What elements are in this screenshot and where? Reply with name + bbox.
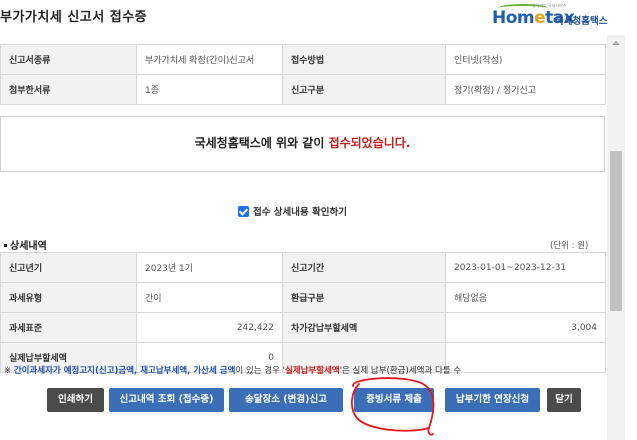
cell-value: 인터넷(작성) xyxy=(445,44,606,75)
logo-tagline: 국세청홈택스 xyxy=(555,16,608,27)
cell-value: 정기(확정) / 정기신고 xyxy=(445,74,606,105)
vertical-scrollbar[interactable] xyxy=(607,35,625,440)
cell-value: 1종 xyxy=(136,74,283,105)
checkbox-checked-icon[interactable] xyxy=(238,206,249,217)
page-title: 부가가치세 신고서 접수증 xyxy=(0,10,148,25)
cell-label: 신고구분 xyxy=(282,74,446,105)
receipt-banner: 국세청홈택스에 위와 같이 접수되었습니다. xyxy=(0,116,605,172)
confirm-label: 접수 상세내용 확인하기 xyxy=(253,207,348,218)
cell-label: 과세유형 xyxy=(0,282,137,313)
cell-label: 접수방법 xyxy=(282,44,446,75)
view-history-button[interactable]: 신고내역 조회 (접수증) xyxy=(109,388,224,412)
receipt-message: 국세청홈택스에 위와 같이 접수되었습니다. xyxy=(194,136,411,150)
scroll-thumb[interactable] xyxy=(610,151,622,311)
cell-label: 차가감납부할세액 xyxy=(282,312,446,343)
cell-label: 신고서종류 xyxy=(0,44,137,75)
cell-label: 과세표준 xyxy=(0,312,137,343)
receipt-highlight: 접수되었습니다. xyxy=(328,136,411,150)
table-row: 과세표준 242,422 차가감납부할세액 3,004 xyxy=(0,312,606,343)
scroll-up-arrow-icon[interactable] xyxy=(607,35,625,51)
cell-label: 신고년기 xyxy=(0,252,137,283)
cell-value: 2023-01-01~2023-12-31 xyxy=(445,252,606,283)
submit-documents-button[interactable]: 증빙서류 제출 xyxy=(354,388,434,412)
cell-value: 3,004 xyxy=(445,312,606,343)
cell-value: 2023년 1기 xyxy=(136,252,283,283)
cell-value: 간이 xyxy=(136,282,283,313)
delivery-address-button[interactable]: 송달장소 (변경)신고 xyxy=(229,388,343,412)
summary-table-wrap: 신고서종류 부가가치세 확정(간이)신고서 접수방법 인터넷(작성) 첨부한서류… xyxy=(0,44,606,105)
print-button[interactable]: 인쇄하기 xyxy=(47,388,104,412)
confirm-details-checkbox[interactable]: 접수 상세내용 확인하기 xyxy=(238,204,347,218)
header: 부가가치세 신고서 접수증 앞서가는 국세서비스 Hometax 국세청홈택스 xyxy=(0,0,637,32)
cell-value: 해당없음 xyxy=(445,282,606,313)
payment-extension-button[interactable]: 납부기한 연장신청 xyxy=(445,388,540,412)
cell-label: 첨부한서류 xyxy=(0,74,137,105)
close-button[interactable]: 닫기 xyxy=(547,388,581,412)
detail-table-wrap: 신고년기 2023년 1기 신고기간 2023-01-01~2023-12-31… xyxy=(0,252,606,373)
unit-label: (단위 : 원) xyxy=(550,241,589,251)
detail-section-title: 상세내역 xyxy=(4,237,47,252)
table-row: 신고서종류 부가가치세 확정(간이)신고서 접수방법 인터넷(작성) xyxy=(0,44,606,75)
table-row: 과세유형 간이 환급구분 해당없음 xyxy=(0,282,606,313)
hometax-logo: 앞서가는 국세서비스 Hometax 국세청홈택스 xyxy=(492,3,637,28)
cell-value: 부가가치세 확정(간이)신고서 xyxy=(136,44,283,75)
bullet-icon xyxy=(4,244,7,247)
notice-text: ※ 간이과세자가 예정고지(신고)금액, 재고납부세액, 가산세 금액이 있는 … xyxy=(4,366,462,376)
table-row: 첨부한서류 1종 신고구분 정기(확정) / 정기신고 xyxy=(0,74,606,105)
cell-value: 242,422 xyxy=(136,312,283,343)
summary-table: 신고서종류 부가가치세 확정(간이)신고서 접수방법 인터넷(작성) 첨부한서류… xyxy=(0,44,606,105)
cell-label: 신고기간 xyxy=(282,252,446,283)
detail-table: 신고년기 2023년 1기 신고기간 2023-01-01~2023-12-31… xyxy=(0,252,606,373)
cell-label: 환급구분 xyxy=(282,282,446,313)
table-row: 신고년기 2023년 1기 신고기간 2023-01-01~2023-12-31 xyxy=(0,252,606,283)
